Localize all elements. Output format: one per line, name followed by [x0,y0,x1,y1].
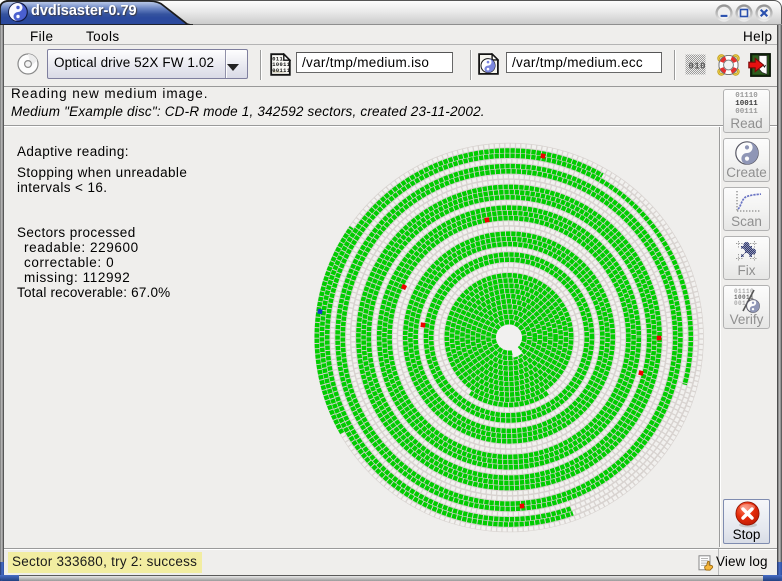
svg-text:00111: 00111 [272,68,290,74]
svg-text:010: 010 [689,62,706,72]
